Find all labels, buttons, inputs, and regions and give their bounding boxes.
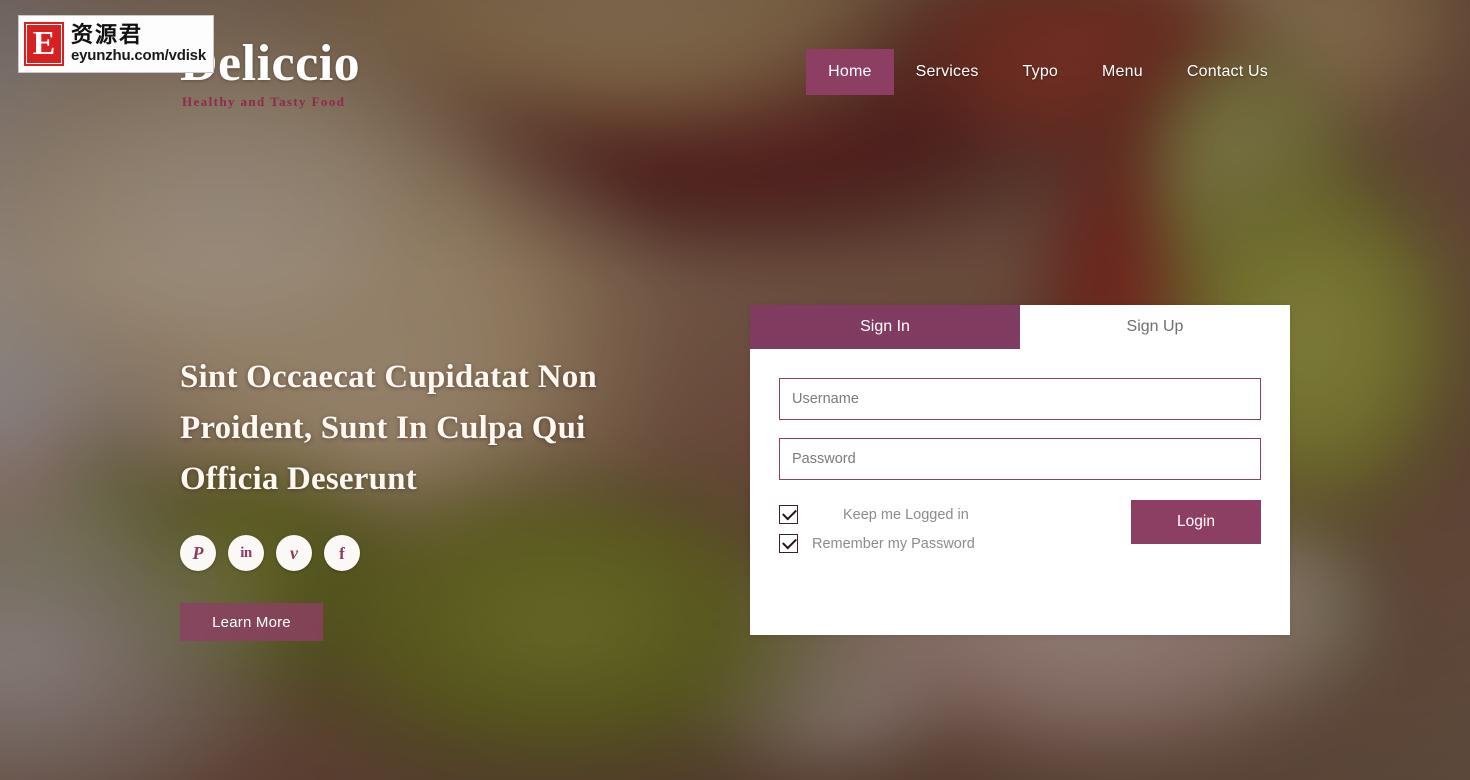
checkbox-group: Keep me Logged in Remember my Password: [779, 498, 975, 558]
facebook-icon: f: [339, 543, 345, 563]
nav-item-home[interactable]: Home: [806, 49, 894, 95]
watermark-e-badge: E: [24, 22, 64, 66]
nav-item-typo[interactable]: Typo: [1001, 49, 1081, 95]
keep-logged-in-checkbox[interactable]: [779, 505, 798, 524]
social-link-pinterest[interactable]: P: [180, 535, 216, 571]
keep-logged-in-row[interactable]: Keep me Logged in: [779, 500, 975, 529]
nav-item-services[interactable]: Services: [894, 49, 1001, 95]
social-links: P in v f: [180, 535, 680, 571]
social-link-facebook[interactable]: f: [324, 535, 360, 571]
brand-tagline: Healthy and Tasty Food: [182, 94, 346, 109]
learn-more-button[interactable]: Learn More: [180, 603, 323, 641]
nav-item-menu[interactable]: Menu: [1080, 49, 1165, 95]
sign-in-form: Keep me Logged in Remember my Password L…: [750, 349, 1290, 558]
watermark-logo: E 资源君 eyunzhu.com/vdisk: [18, 15, 214, 73]
watermark-url: eyunzhu.com/vdisk: [71, 47, 206, 64]
form-options-row: Keep me Logged in Remember my Password L…: [779, 498, 1261, 558]
keep-logged-in-label: Keep me Logged in: [843, 506, 969, 523]
login-button[interactable]: Login: [1131, 500, 1261, 544]
tab-sign-in[interactable]: Sign In: [750, 305, 1020, 349]
auth-tabs: Sign In Sign Up: [750, 305, 1290, 349]
tab-sign-up[interactable]: Sign Up: [1020, 305, 1290, 349]
auth-card: Sign In Sign Up Keep me Logged in Rememb…: [750, 305, 1290, 635]
hero-content: Sint Occaecat Cupidatat Non Proident, Su…: [180, 352, 680, 641]
vimeo-icon: v: [290, 543, 298, 563]
username-input[interactable]: [779, 378, 1261, 420]
main-navigation: Home Services Typo Menu Contact Us: [806, 49, 1290, 95]
nav-item-contact-us[interactable]: Contact Us: [1165, 49, 1290, 95]
page-root: E 资源君 eyunzhu.com/vdisk Deliccio Healthy…: [0, 0, 1470, 780]
watermark-chinese-text: 资源君: [71, 23, 144, 48]
social-link-vimeo[interactable]: v: [276, 535, 312, 571]
hero-heading: Sint Occaecat Cupidatat Non Proident, Su…: [180, 359, 597, 497]
social-link-linkedin[interactable]: in: [228, 535, 264, 571]
linkedin-icon: in: [240, 544, 252, 561]
remember-password-checkbox[interactable]: [779, 534, 798, 553]
pinterest-icon: P: [192, 543, 204, 563]
watermark-e-letter: E: [26, 24, 62, 64]
site-header: Deliccio Healthy and Tasty Food Home Ser…: [0, 0, 1470, 112]
watermark-text: 资源君 eyunzhu.com/vdisk: [71, 23, 206, 64]
remember-password-row[interactable]: Remember my Password: [779, 529, 975, 558]
password-input[interactable]: [779, 438, 1261, 480]
remember-password-label: Remember my Password: [812, 535, 975, 552]
